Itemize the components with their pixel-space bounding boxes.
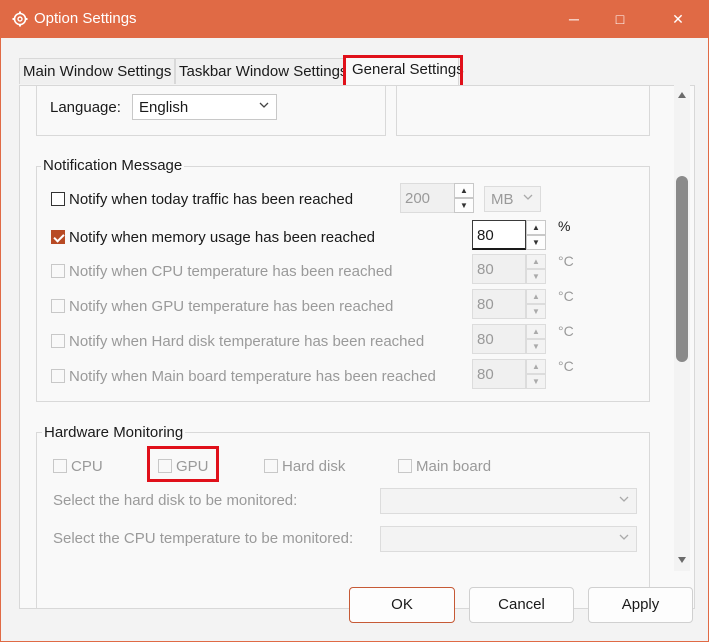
title-bar: Option Settings ─ □ ✕ <box>0 0 709 38</box>
gpu-temp-value-input[interactable]: 80 <box>472 289 526 319</box>
tab-general-settings[interactable]: General Settings <box>345 56 464 86</box>
tab-taskbar-window-settings[interactable]: Taskbar Window Settings <box>175 58 347 84</box>
memory-checkbox[interactable] <box>51 230 65 244</box>
cancel-button[interactable]: Cancel <box>469 587 574 623</box>
board-temp-spinner[interactable]: ▲ ▼ <box>526 359 546 389</box>
scroll-up-icon[interactable] <box>678 92 686 98</box>
traffic-unit-value: MB <box>491 191 514 208</box>
spin-down-icon[interactable]: ▼ <box>526 374 546 389</box>
traffic-spinner[interactable]: ▲ ▼ <box>454 183 474 213</box>
hardware-group-title: Hardware Monitoring <box>42 424 186 441</box>
spin-up-icon[interactable]: ▲ <box>526 220 546 235</box>
window-title: Option Settings <box>34 10 137 27</box>
disk-select[interactable] <box>380 488 637 514</box>
notification-group-title: Notification Message <box>41 157 185 174</box>
spin-down-icon[interactable]: ▼ <box>526 269 546 284</box>
disk-temp-value-input[interactable]: 80 <box>472 324 526 354</box>
vertical-scrollbar[interactable] <box>674 84 690 571</box>
board-temp-checkbox[interactable] <box>51 369 65 383</box>
hard-disk-monitor-checkbox[interactable] <box>264 459 278 473</box>
language-select[interactable]: English <box>132 94 277 120</box>
scroll-down-icon[interactable] <box>678 557 686 563</box>
memory-unit: % <box>558 218 571 234</box>
spin-up-icon[interactable]: ▲ <box>454 183 474 198</box>
memory-value-input[interactable]: 80 <box>472 220 526 250</box>
board-temp-value-input[interactable]: 80 <box>472 359 526 389</box>
maximize-button[interactable]: □ <box>597 0 643 38</box>
maximize-icon: □ <box>615 11 625 27</box>
gpu-temp-unit: °C <box>558 288 574 304</box>
minimize-icon: ─ <box>569 11 579 27</box>
spin-down-icon[interactable]: ▼ <box>526 235 546 250</box>
close-button[interactable]: ✕ <box>655 0 701 38</box>
chevron-down-icon <box>619 496 629 502</box>
cpu-temp-checkbox[interactable] <box>51 264 65 278</box>
dialog-client: Main Window Settings Taskbar Window Sett… <box>0 38 709 642</box>
traffic-value-input[interactable]: 200 <box>400 183 455 213</box>
right-top-group <box>396 86 650 136</box>
disk-select-label: Select the hard disk to be monitored: <box>53 492 298 509</box>
tab-main-window-settings[interactable]: Main Window Settings <box>19 58 175 84</box>
language-label: Language: <box>50 99 121 116</box>
gear-icon <box>12 11 28 27</box>
disk-temp-checkbox[interactable] <box>51 334 65 348</box>
chevron-down-icon <box>523 194 533 200</box>
scroll-thumb[interactable] <box>676 176 688 362</box>
cpu-temp-select-label: Select the CPU temperature to be monitor… <box>53 530 354 547</box>
cpu-temp-unit: °C <box>558 253 574 269</box>
cpu-temp-label: Notify when CPU temperature has been rea… <box>69 263 393 280</box>
spin-down-icon[interactable]: ▼ <box>454 198 474 213</box>
traffic-checkbox[interactable] <box>51 192 65 206</box>
settings-panel: Language: English Notification Message N… <box>19 85 695 609</box>
traffic-label: Notify when today traffic has been reach… <box>69 191 354 208</box>
ok-button[interactable]: OK <box>349 587 455 623</box>
spin-up-icon[interactable]: ▲ <box>526 359 546 374</box>
board-temp-label: Notify when Main board temperature has b… <box>69 368 436 385</box>
chevron-down-icon <box>259 102 269 108</box>
gpu-monitor-checkbox[interactable] <box>158 459 172 473</box>
cpu-temp-value-input[interactable]: 80 <box>472 254 526 284</box>
chevron-down-icon <box>619 534 629 540</box>
memory-label: Notify when memory usage has been reache… <box>69 229 376 246</box>
gpu-temp-label: Notify when GPU temperature has been rea… <box>69 298 394 315</box>
spin-up-icon[interactable]: ▲ <box>526 289 546 304</box>
cpu-temp-spinner[interactable]: ▲ ▼ <box>526 254 546 284</box>
spin-down-icon[interactable]: ▼ <box>526 339 546 354</box>
memory-spinner[interactable]: ▲ ▼ <box>526 220 546 250</box>
spin-up-icon[interactable]: ▲ <box>526 324 546 339</box>
disk-temp-unit: °C <box>558 323 574 339</box>
board-temp-unit: °C <box>558 358 574 374</box>
disk-temp-label: Notify when Hard disk temperature has be… <box>69 333 425 350</box>
apply-button[interactable]: Apply <box>588 587 693 623</box>
language-value: English <box>139 99 189 116</box>
spin-up-icon[interactable]: ▲ <box>526 254 546 269</box>
spin-down-icon[interactable]: ▼ <box>526 304 546 319</box>
gpu-temp-checkbox[interactable] <box>51 299 65 313</box>
cpu-monitor-checkbox[interactable] <box>53 459 67 473</box>
hard-disk-monitor-label: Hard disk <box>282 458 346 475</box>
gpu-temp-spinner[interactable]: ▲ ▼ <box>526 289 546 319</box>
cpu-monitor-label: CPU <box>71 458 103 475</box>
cpu-temp-select[interactable] <box>380 526 637 552</box>
main-board-monitor-checkbox[interactable] <box>398 459 412 473</box>
main-board-monitor-label: Main board <box>416 458 492 475</box>
minimize-button[interactable]: ─ <box>551 0 597 38</box>
disk-temp-spinner[interactable]: ▲ ▼ <box>526 324 546 354</box>
traffic-unit-select[interactable]: MB <box>484 186 541 212</box>
close-icon: ✕ <box>672 11 684 27</box>
gpu-monitor-label: GPU <box>176 458 209 475</box>
